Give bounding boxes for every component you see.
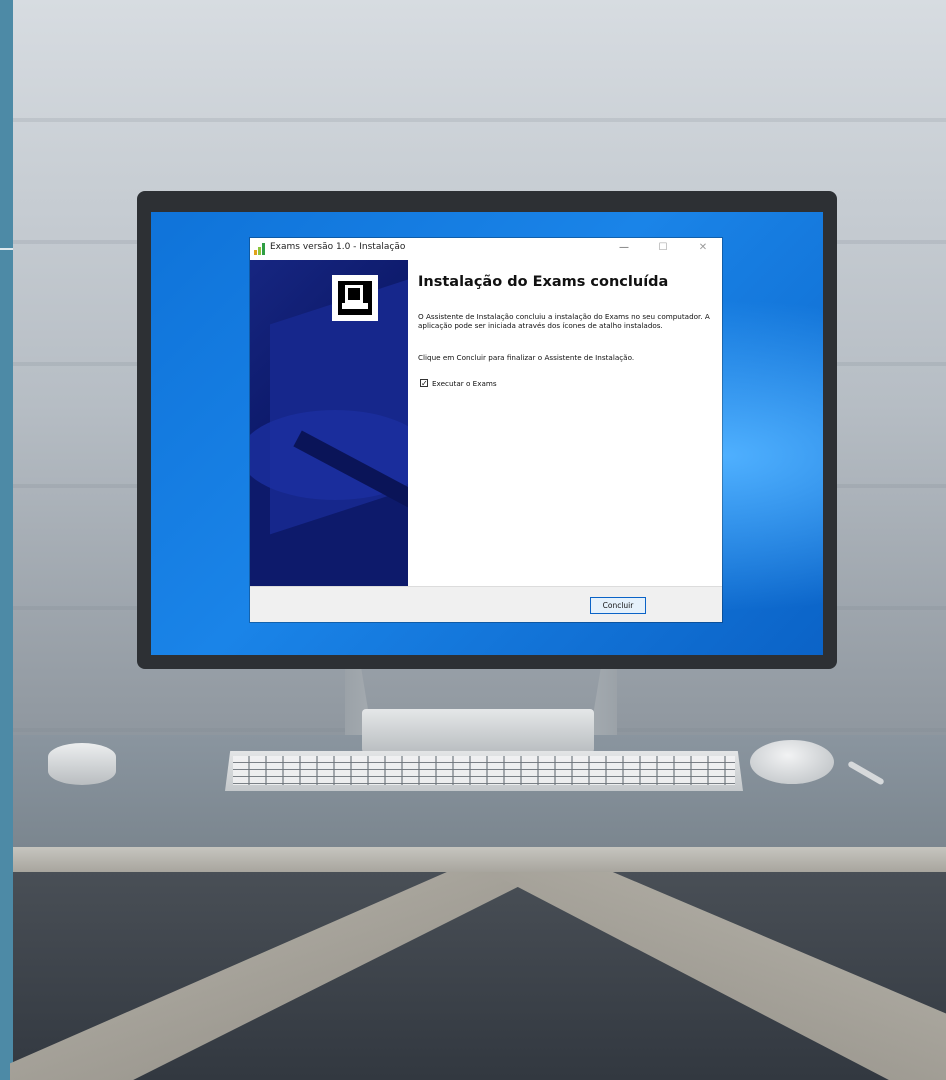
- wizard-content: Instalação do Exams concluída O Assisten…: [408, 260, 722, 586]
- minimize-button[interactable]: —: [609, 240, 639, 256]
- wizard-footer: Concluir: [250, 586, 722, 622]
- installer-computer-icon: [332, 275, 378, 321]
- desk-edge: [13, 847, 946, 872]
- maximize-button[interactable]: ☐: [648, 240, 678, 256]
- bar-chart-icon: [254, 243, 268, 255]
- finish-button[interactable]: Concluir: [590, 597, 646, 614]
- title-bar: Exams versão 1.0 - Instalação — ☐ ✕: [250, 238, 722, 260]
- keyboard-key-rows: [233, 756, 735, 785]
- speaker-puck: [48, 743, 116, 785]
- run-exams-checkbox[interactable]: ✓: [420, 379, 428, 388]
- monitor-stand-base: [362, 709, 594, 753]
- finish-instruction: Clique em Concluir para finalizar o Assi…: [418, 353, 635, 362]
- mouse: [750, 740, 834, 784]
- run-exams-label: Executar o Exams: [432, 379, 497, 388]
- wizard-side-panel: [250, 260, 408, 586]
- close-button[interactable]: ✕: [688, 240, 718, 256]
- window-title: Exams versão 1.0 - Instalação: [270, 242, 406, 252]
- installer-window: Exams versão 1.0 - Instalação — ☐ ✕ Inst…: [250, 238, 722, 622]
- left-accent-line: [0, 248, 13, 250]
- left-accent-strip: [0, 0, 13, 1080]
- page-title: Instalação do Exams concluída: [418, 274, 669, 290]
- completion-message: O Assistente de Instalação concluiu a in…: [418, 312, 710, 331]
- keyboard: [225, 751, 743, 791]
